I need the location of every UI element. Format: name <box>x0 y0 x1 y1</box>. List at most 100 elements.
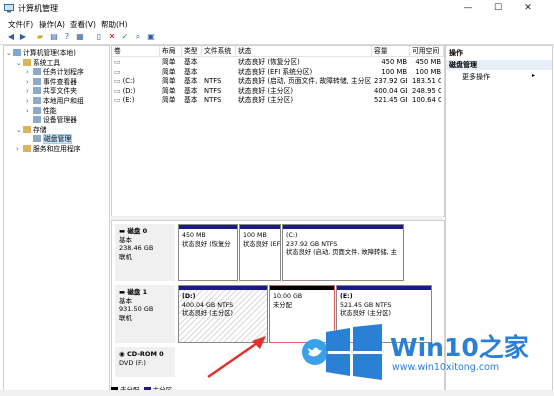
volume-row[interactable]: ▭ (D:) 简单 基本 NTFS 状态良好 (主分区) 400.04 GB 248.95 … <box>112 87 442 97</box>
volume-row[interactable]: ▭ (E:) 简单 基本 NTFS 状态良好 (主分区) 521.45 GB 100.64 … <box>112 96 442 106</box>
chevron-right-icon[interactable]: › <box>26 107 33 117</box>
tree-item[interactable]: › 本地用户和组 <box>26 97 84 107</box>
volume-cell-vol: ▭ <box>114 58 159 68</box>
tree-item[interactable]: › 任务计划程序 <box>26 68 84 78</box>
volume-cell-cap: 521.45 GB <box>374 96 407 104</box>
menu-help[interactable]: 帮助(H) <box>101 19 128 30</box>
volume-cell-status: 状态良好 (EFI 系统分区) <box>238 67 313 76</box>
drive-icon: ▭ <box>114 86 123 95</box>
tree-item[interactable]: ⌄ 系统工具 <box>16 58 61 69</box>
disk-0-partition-recovery[interactable]: 450 MB 状态良好 (恢复分 <box>178 224 238 281</box>
volume-name: (D:) <box>122 86 136 95</box>
up-folder-icon[interactable]: ▰ <box>35 32 45 42</box>
cdrom-info[interactable]: ◉ CD-ROM 0 DVD (F:) <box>115 347 175 377</box>
tree-item[interactable]: ⌄ 计算机管理(本地) <box>6 49 76 59</box>
chevron-down-icon[interactable]: ⌄ <box>16 59 23 69</box>
show-hide-icon[interactable]: ▦ <box>75 32 85 42</box>
actions-section-disk-management[interactable]: 磁盘管理 <box>446 60 552 70</box>
maximize-button[interactable]: ☐ <box>484 0 512 16</box>
col-filesystem[interactable]: 文件系统 <box>202 46 236 57</box>
menu-action[interactable]: 操作(A) <box>39 19 65 30</box>
volume-name: (C:) <box>122 77 135 85</box>
watermark-url: www.win10xitong.com <box>392 362 500 373</box>
col-layout[interactable]: 布局 <box>160 46 182 57</box>
help-icon[interactable]: ? <box>62 32 72 42</box>
menu-view[interactable]: 查看(V) <box>70 19 96 30</box>
tree-item-label: 磁盘管理 <box>43 134 73 145</box>
forward-arrow-icon[interactable]: ▶ <box>18 32 28 42</box>
volume-cell-cap: 237.92 GB <box>374 77 407 85</box>
drive-icon: ▭ <box>114 96 123 104</box>
disk-1-state: 联机 <box>119 313 132 322</box>
tree-item-label: 服务和应用程序 <box>33 145 81 153</box>
tree-node-icon <box>13 49 21 56</box>
disk-0-partition-c[interactable]: (C:) 237.92 GB NTFS 状态良好 (启动, 页面文件, 故障转储… <box>282 224 404 281</box>
volume-cell-status: 状态良好 (主分区) <box>238 86 294 95</box>
col-type[interactable]: 类型 <box>182 46 202 57</box>
tree-item-label: 共享文件夹 <box>43 87 77 96</box>
col-status[interactable]: 状态 <box>236 46 372 57</box>
search-icon[interactable]: ⌕ <box>133 32 143 42</box>
back-arrow-icon[interactable]: ◀ <box>6 32 16 42</box>
tree-node-icon <box>23 145 31 152</box>
properties-icon[interactable]: ▤ <box>49 32 59 42</box>
tree-item[interactable]: 设备管理器 <box>26 116 77 126</box>
tree-node-icon <box>33 87 41 95</box>
volume-row[interactable]: ▭ 简单 基本 状态良好 (恢复分区) 450 MB 450 MB <box>112 58 442 68</box>
chevron-right-icon[interactable]: › <box>16 145 23 155</box>
cdrom-icon: ◉ <box>119 350 127 358</box>
volume-cell-status: 状态良好 (启动, 页面文件, 故障转储, 主分区) <box>238 77 371 85</box>
chevron-down-icon[interactable]: ⌄ <box>16 126 23 136</box>
volume-cell-cap: 400.04 GB <box>374 86 407 95</box>
tree-item[interactable]: › 共享文件夹 <box>26 87 77 97</box>
disk-0-info[interactable]: ▬ 磁盘 0 基本 238.46 GB 联机 <box>115 224 175 281</box>
title-bar: 计算机管理 — ☐ ✕ <box>0 0 554 18</box>
disk-1-name: 磁盘 1 <box>127 288 148 296</box>
volume-cell-type: 基本 <box>184 77 198 85</box>
col-capacity[interactable]: 容量 <box>372 46 410 57</box>
volume-cell-fs: NTFS <box>204 86 222 95</box>
chevron-down-icon[interactable]: ⌄ <box>6 49 13 59</box>
drive-icon: ▭ <box>114 77 123 85</box>
menu-file[interactable]: 文件(F) <box>8 19 33 30</box>
minimize-button[interactable]: — <box>454 0 482 16</box>
red-arrow-annotation <box>207 336 266 379</box>
tree-item-label: 系统工具 <box>33 58 61 67</box>
chevron-right-icon[interactable]: ▸ <box>532 72 535 79</box>
chevron-right-icon[interactable]: › <box>26 68 33 78</box>
volume-list: 卷 布局 类型 文件系统 状态 容量 可用空间 ▭ 简单 基本 状态良好 (恢复分区… <box>111 45 445 217</box>
volume-cell-type: 基本 <box>184 86 198 95</box>
col-free-space[interactable]: 可用空间 <box>410 46 444 57</box>
tree-item[interactable]: 磁盘管理 <box>26 134 73 145</box>
window-title: 计算机管理 <box>18 4 58 13</box>
actions-header: 操作 <box>449 49 463 57</box>
volume-cell-cap: 450 MB <box>381 58 407 66</box>
tree-node-icon <box>33 106 41 114</box>
volume-row[interactable]: ▭ 简单 基本 状态良好 (EFI 系统分区) 100 MB 100 MB <box>112 68 442 78</box>
disk-0-partition-efi[interactable]: 100 MB 状态良好 (EF <box>239 224 281 281</box>
volume-cell-layout: 简单 <box>162 96 176 104</box>
drive-icon: ▭ <box>114 67 121 76</box>
refresh-icon[interactable]: ▣ <box>146 32 156 42</box>
tree-item-label: 存储 <box>33 125 47 134</box>
tree-item[interactable]: ⌄ 存储 <box>16 125 47 136</box>
volume-cell-layout: 简单 <box>162 86 176 95</box>
tree-item[interactable]: › 事件查看器 <box>26 77 77 88</box>
properties-sheet-icon[interactable]: ▯ <box>94 32 104 42</box>
col-volume[interactable]: 卷 <box>112 46 160 57</box>
tree-item[interactable]: › 服务和应用程序 <box>16 145 81 155</box>
disk-1-info[interactable]: ▬ 磁盘 1 基本 931.50 GB 联机 <box>115 285 175 343</box>
delete-icon[interactable]: ✕ <box>107 32 117 42</box>
close-button[interactable]: ✕ <box>514 0 542 16</box>
volume-row[interactable]: ▭ (C:) 简单 基本 NTFS 状态良好 (启动, 页面文件, 故障转储, 主分区)… <box>112 77 442 87</box>
check-icon[interactable]: ✓ <box>120 32 130 42</box>
chevron-right-icon[interactable]: › <box>26 87 33 97</box>
volume-cell-fs: NTFS <box>204 96 222 104</box>
chevron-right-icon[interactable]: › <box>26 78 33 88</box>
more-actions-link[interactable]: 更多操作 <box>446 72 552 82</box>
tree-item-label: 性能 <box>43 106 57 115</box>
volume-cell-vol: ▭ (E:) <box>114 96 159 106</box>
volume-cell-type: 基本 <box>184 67 198 76</box>
tree-item[interactable]: › 性能 <box>26 106 57 117</box>
chevron-right-icon[interactable]: › <box>26 97 33 107</box>
